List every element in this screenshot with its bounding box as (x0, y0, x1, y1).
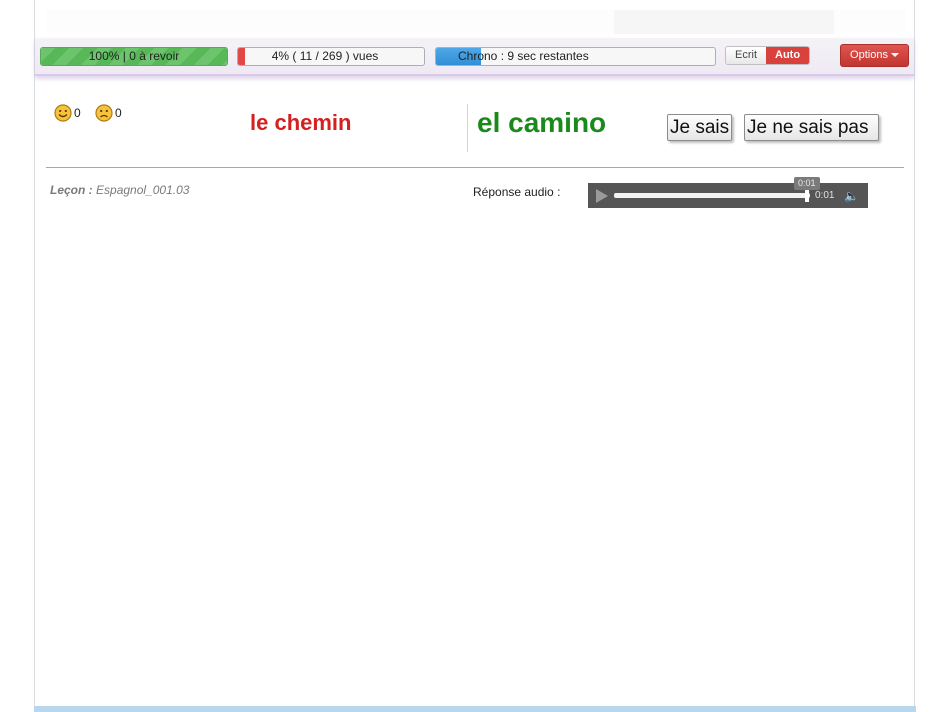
bottom-bar (34, 706, 916, 712)
mode-auto-button[interactable]: Auto (766, 47, 810, 64)
i-dont-know-button[interactable]: Je ne sais pas (744, 114, 879, 141)
review-progress-label: 100% | 0 à revoir (88, 49, 180, 63)
chrono-progress-bar: Chrono : 9 sec restantes (435, 47, 716, 66)
sad-face-icon (95, 104, 113, 122)
seen-progress-bar: 4% ( 11 / 269 ) vues (237, 47, 425, 66)
seen-progress-label: 4% ( 11 / 269 ) vues (271, 49, 379, 63)
i-know-button[interactable]: Je sais (667, 114, 732, 141)
sad-count: 0 (115, 106, 122, 120)
audio-current-time: 0:01 (815, 190, 835, 201)
audio-time-tooltip: 0:01 (794, 177, 820, 190)
mode-written-button[interactable]: Ecrit (726, 47, 766, 64)
options-label: Options (850, 49, 888, 61)
header-placeholder (614, 10, 834, 34)
mode-toggle: Ecrit Auto (725, 46, 811, 65)
lesson-info: Leçon : Espagnol_001.03 (50, 183, 189, 197)
lesson-label: Leçon : (50, 183, 93, 197)
audio-answer-label: Réponse audio : (473, 185, 561, 199)
options-button[interactable]: Options (840, 44, 909, 67)
header-strip (46, 10, 906, 34)
app-frame (34, 0, 915, 712)
prompt-word: le chemin (250, 110, 352, 135)
play-icon[interactable] (596, 189, 608, 203)
chrono-label: Chrono : 9 sec restantes (458, 49, 589, 63)
answer-word: el camino (477, 107, 607, 138)
caret-down-icon (890, 53, 899, 58)
volume-icon[interactable]: 🔈 (844, 189, 859, 203)
happy-count: 0 (74, 106, 81, 120)
card-divider (467, 104, 468, 152)
audio-seek-handle[interactable] (805, 189, 809, 202)
section-divider (46, 167, 904, 168)
review-progress-bar: 100% | 0 à revoir (40, 47, 228, 66)
audio-player: 0:01 🔈 (588, 183, 868, 208)
audio-seek-track[interactable] (614, 193, 810, 198)
happy-face-icon (54, 104, 72, 122)
progress-toolbar: 100% | 0 à revoir 4% ( 11 / 269 ) vues C… (35, 38, 914, 76)
seen-progress-fill (238, 48, 246, 65)
lesson-name: Espagnol_001.03 (96, 183, 190, 197)
